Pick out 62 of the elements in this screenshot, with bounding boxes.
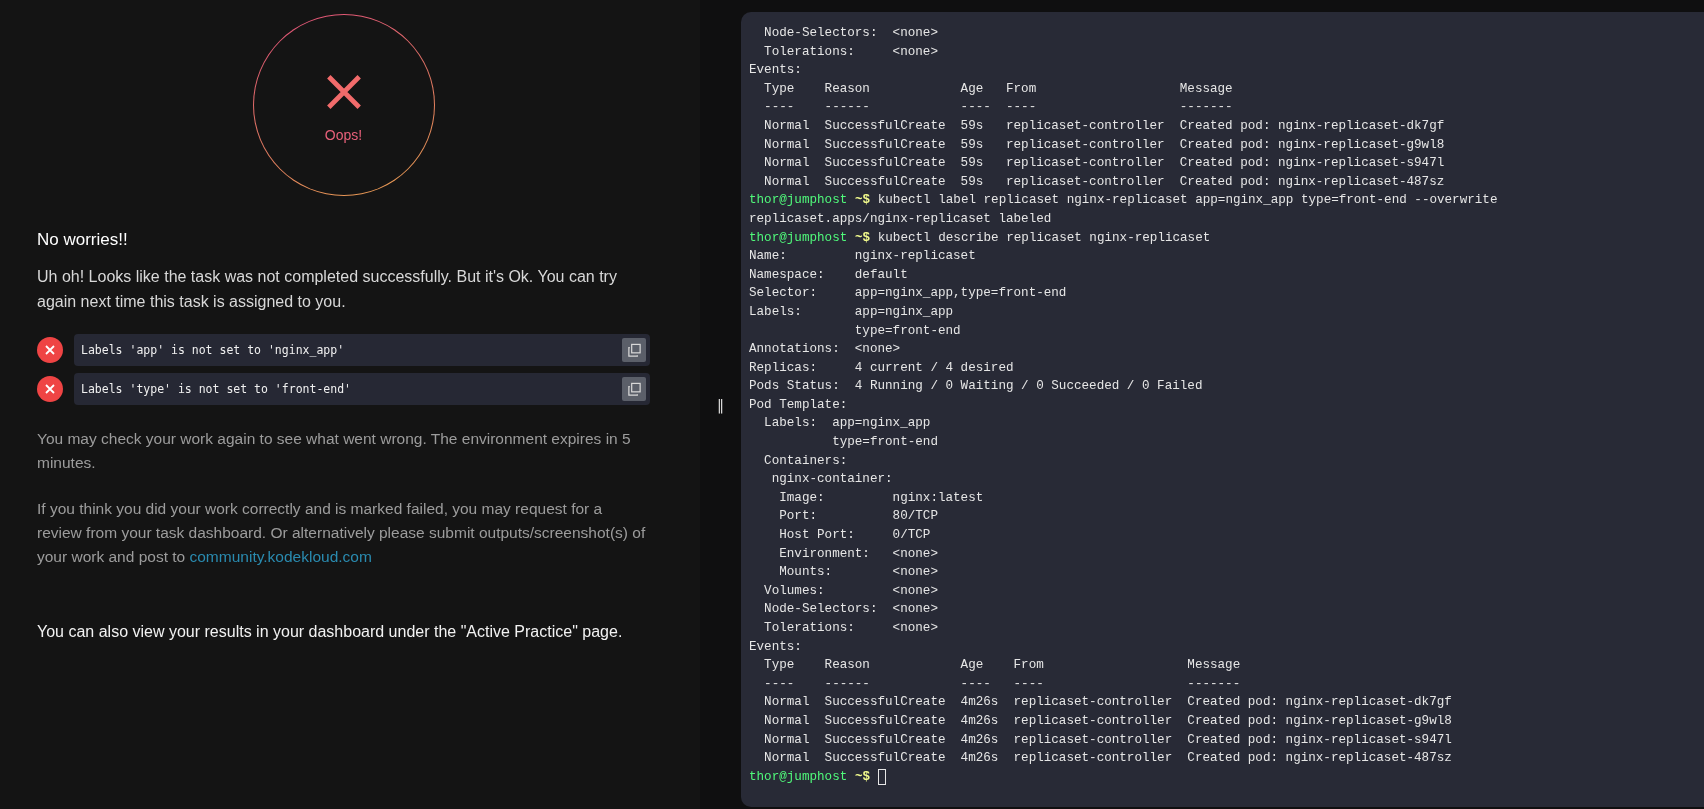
terminal-output: Normal SuccessfulCreate 4m26s replicaset-controller Created pod: nginx-replicaset-487sz [763,750,1452,768]
terminal-output: Tolerations: <none> [763,43,938,61]
terminal-output: Node-Selectors: <none> [763,25,938,42]
terminal-output: Pods Status: 4 Running / 0 Waiting / 0 Succeeded / 0 Failed [749,378,1203,396]
terminal-output: Normal SuccessfulCreate 59s replicaset-controller Created pod: nginx-replicaset-487sz [763,173,1445,191]
terminal-output: Containers: [763,452,848,470]
result-heading: No worries!! [37,230,129,250]
copy-icon [626,342,642,358]
prompt-path: ~$ [854,768,871,786]
terminal-output: Host Port: 0/TCP [778,527,931,545]
terminal-output: Namespace: default [749,266,908,284]
terminal-output: Tolerations: <none> [763,620,938,637]
review-note: If you think you did your work correctly and is marked failed, you may request for a review from your task dashboard. Or alternatively please submit outputs/screenshot(s) of your work and post to community.kodekloud.com [37,499,647,567]
terminal-command: kubectl label replicaset nginx-replicaset app=nginx_app type=front-end --overwrite [877,192,1498,210]
terminal-output: type=front-end [831,434,938,452]
prompt-path: ~$ [854,192,871,210]
terminal-output: Environment: <none> [778,545,938,563]
check-text: Labels 'type' is not set to 'front-end' [81,382,352,396]
terminal-output: ---- ------ ---- ---- ------- [763,99,1233,117]
prompt-user: thor@jumphost [749,192,848,210]
terminal-output: ---- ------ ---- ---- ------- [763,675,1241,693]
prompt-user: thor@jumphost [749,229,848,247]
community-link[interactable]: community.kodekloud.com [189,548,372,565]
terminal-output: Annotations: <none> [749,341,901,359]
terminal-output: type=front-end [853,322,961,340]
terminal-output: Node-Selectors: <none> [763,601,938,619]
terminal-output: Port: 80/TCP [778,508,938,526]
terminal-output: Mounts: <none> [778,564,938,582]
terminal-output: Normal SuccessfulCreate 59s replicaset-controller Created pod: nginx-replicaset-s947l [763,155,1445,173]
terminal-output: Labels: app=nginx_app [749,303,954,321]
terminal-output: Image: nginx:latest [778,489,984,507]
prompt-path: ~$ [854,229,871,247]
terminal[interactable] [741,12,1704,807]
terminal-output: Labels: app=nginx_app [763,415,931,433]
status-label: Oops! [324,127,363,143]
terminal-output: Normal SuccessfulCreate 59s replicaset-controller Created pod: nginx-replicaset-g9wl8 [763,136,1445,154]
terminal-output: Normal SuccessfulCreate 59s replicaset-controller Created pod: nginx-replicaset-dk7gf [763,117,1445,135]
copy-button[interactable] [622,338,646,362]
prompt-user: thor@jumphost [749,768,848,786]
terminal-command: kubectl describe replicaset nginx-replicaset [877,229,1211,247]
terminal-output: Replicas: 4 current / 4 desired [749,359,1014,377]
terminal-output: Normal SuccessfulCreate 4m26s replicaset-controller Created pod: nginx-replicaset-g9wl8 [763,712,1452,730]
copy-icon [626,381,642,397]
terminal-output: Name: nginx-replicaset [749,248,976,266]
dashboard-note: You can also view your results in your dashboard under the "Active Practice" page. [37,622,624,642]
terminal-output: Pod Template: [749,396,848,414]
result-message: Uh oh! Looks like the task was not completed successfully. But it's Ok. You can try again next time this task is assigned to you. [37,267,618,312]
terminal-output: Normal SuccessfulCreate 4m26s replicaset-controller Created pod: nginx-replicaset-s947l [763,731,1452,749]
check-text: Labels 'app' is not set to 'nginx_app' [81,343,345,357]
terminal-output: Normal SuccessfulCreate 4m26s replicaset-controller Created pod: nginx-replicaset-dk7gf [763,694,1452,712]
expiry-note: You may check your work again to see what went wrong. The environment expires in 5 minutes. [37,429,632,473]
cross-icon [324,73,363,111]
terminal-output: replicaset.apps/nginx-replicaset labeled [749,210,1052,228]
copy-button[interactable] [622,377,646,401]
terminal-output: Selector: app=nginx_app,type=front-end [749,285,1067,303]
terminal-output: Volumes: <none> [763,582,938,600]
terminal-output: Events: [749,62,802,80]
terminal-output: Type Reason Age From Message [763,657,1241,675]
terminal-output: nginx-container: [770,471,893,489]
splitter-handle[interactable]: ‖ [717,396,724,413]
terminal-output: Events: [749,638,802,656]
terminal-output: Type Reason Age From Message [763,80,1233,98]
